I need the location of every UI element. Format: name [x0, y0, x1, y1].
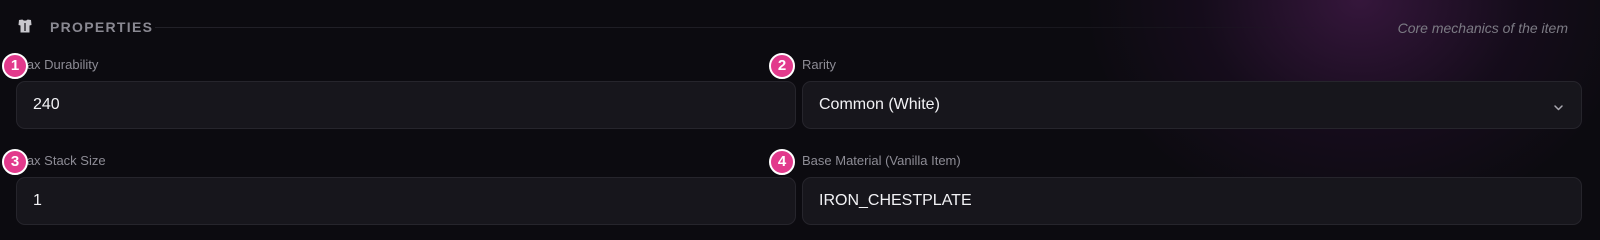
max-stack-size-field: Max Stack Size: [16, 153, 796, 233]
step-badge-2: 2: [769, 53, 795, 79]
base-material-label: Base Material (Vanilla Item): [802, 153, 961, 168]
section-header: PROPERTIES Core mechanics of the item: [0, 0, 1600, 52]
step-badge-3: 3: [2, 149, 28, 175]
step-badge-4: 4: [769, 149, 795, 175]
step-badge-1: 1: [2, 53, 28, 79]
chevron-down-icon: [1553, 100, 1564, 111]
rarity-select[interactable]: Common (White): [802, 81, 1582, 129]
rarity-label: Rarity: [802, 57, 836, 72]
max-durability-field: Max Durability: [16, 57, 796, 137]
section-subtitle: Core mechanics of the item: [1397, 20, 1568, 36]
base-material-field: Base Material (Vanilla Item): [802, 153, 1582, 233]
rarity-selected-value: Common (White): [819, 96, 940, 113]
chestplate-icon: [16, 17, 34, 35]
base-material-input[interactable]: [802, 177, 1582, 225]
header-divider: [155, 27, 1345, 28]
properties-section: PROPERTIES Core mechanics of the item Ma…: [0, 0, 1600, 231]
max-durability-input[interactable]: [16, 81, 796, 129]
max-stack-size-input[interactable]: [16, 177, 796, 225]
max-stack-size-label: Max Stack Size: [16, 153, 106, 168]
max-durability-label: Max Durability: [16, 57, 99, 72]
section-title: PROPERTIES: [50, 19, 154, 35]
rarity-field: Rarity Common (White): [802, 57, 1582, 137]
